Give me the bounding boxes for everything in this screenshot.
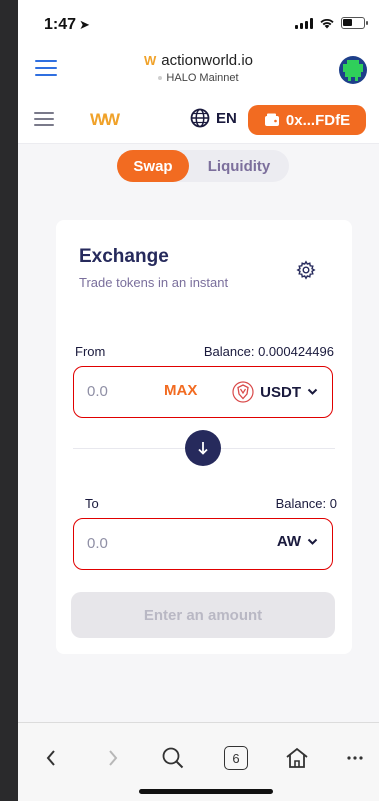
arrow-down-icon (198, 442, 208, 455)
dapp-navbar: WW EN 0x...FDfE (18, 96, 379, 144)
from-token-selector[interactable]: USDT (232, 381, 318, 403)
exchange-subtitle: Trade tokens in an instant (79, 275, 229, 290)
language-selector[interactable]: EN (190, 108, 237, 128)
status-icons (295, 17, 368, 29)
swap-liquidity-tabs: Swap Liquidity (117, 150, 289, 182)
wallet-icon (264, 113, 279, 126)
from-balance: Balance: 0.000424496 (203, 344, 334, 359)
forward-button[interactable] (98, 743, 128, 773)
tab-swap[interactable]: Swap (117, 150, 189, 182)
from-input-field[interactable]: 0.0 MAX USDT (73, 366, 333, 418)
chevron-left-icon (46, 750, 55, 766)
battery-icon (341, 17, 368, 29)
tab-count: 6 (224, 746, 248, 770)
to-input-field[interactable]: 0.0 AW (73, 518, 333, 570)
cellular-signal-icon (295, 17, 313, 29)
chevron-right-icon (109, 750, 118, 766)
browser-address[interactable]: W actionworld.io HALO Mainnet (18, 52, 379, 84)
from-amount-input[interactable]: 0.0 (87, 383, 108, 400)
settings-gear-icon[interactable] (296, 260, 316, 280)
home-icon (286, 747, 308, 768)
left-edge-strip (0, 0, 18, 801)
language-label: EN (216, 109, 237, 127)
network-name: HALO Mainnet (18, 72, 379, 84)
status-time: 1:47 ➤ (44, 16, 90, 34)
site-domain-text: actionworld.io (161, 52, 253, 69)
chevron-down-icon (307, 538, 318, 545)
chevron-down-icon (307, 388, 318, 395)
wallet-address: 0x...FDfE (285, 111, 351, 129)
location-arrow-icon: ➤ (79, 17, 90, 32)
to-token-selector[interactable]: AW (277, 533, 318, 550)
wallet-button[interactable]: 0x...FDfE (248, 105, 366, 135)
site-domain: W actionworld.io (144, 52, 253, 69)
token-shield-icon (232, 381, 254, 403)
exchange-title: Exchange (79, 246, 169, 267)
wifi-icon (320, 18, 334, 29)
back-button[interactable] (36, 743, 66, 773)
max-button[interactable]: MAX (164, 382, 197, 399)
to-token-symbol: AW (276, 533, 301, 550)
globe-icon (190, 108, 210, 128)
site-logo-icon: W (144, 53, 157, 68)
to-label: To (85, 496, 99, 511)
tab-liquidity[interactable]: Liquidity (193, 150, 285, 182)
tabs-button[interactable]: 6 (221, 743, 251, 773)
from-token-symbol: USDT (260, 383, 301, 401)
to-balance: Balance: 0 (275, 496, 337, 511)
status-bar: 1:47 ➤ (18, 0, 379, 44)
dapp-logo-icon[interactable]: WW (90, 110, 120, 130)
account-avatar[interactable] (339, 56, 367, 84)
switch-direction-button[interactable] (185, 430, 221, 466)
phone-screen: 1:47 ➤ W actionworld.io HALO Mainnet WW … (18, 0, 379, 801)
network-name-text: HALO Mainnet (166, 72, 239, 84)
dapp-menu-icon[interactable] (34, 112, 54, 126)
home-button[interactable] (282, 743, 312, 773)
browser-toolbar: 6 (18, 722, 379, 801)
browser-header: W actionworld.io HALO Mainnet (18, 44, 379, 96)
more-button[interactable] (340, 743, 370, 773)
search-icon (162, 747, 184, 769)
status-time-text: 1:47 (44, 16, 77, 33)
from-label: From (75, 344, 106, 359)
to-amount-input[interactable]: 0.0 (87, 535, 108, 552)
enter-amount-button[interactable]: Enter an amount (71, 592, 335, 638)
more-dots-icon (347, 756, 363, 760)
search-button[interactable] (158, 743, 188, 773)
home-indicator (139, 789, 273, 794)
exchange-card: Exchange Trade tokens in an instant From… (56, 220, 352, 654)
